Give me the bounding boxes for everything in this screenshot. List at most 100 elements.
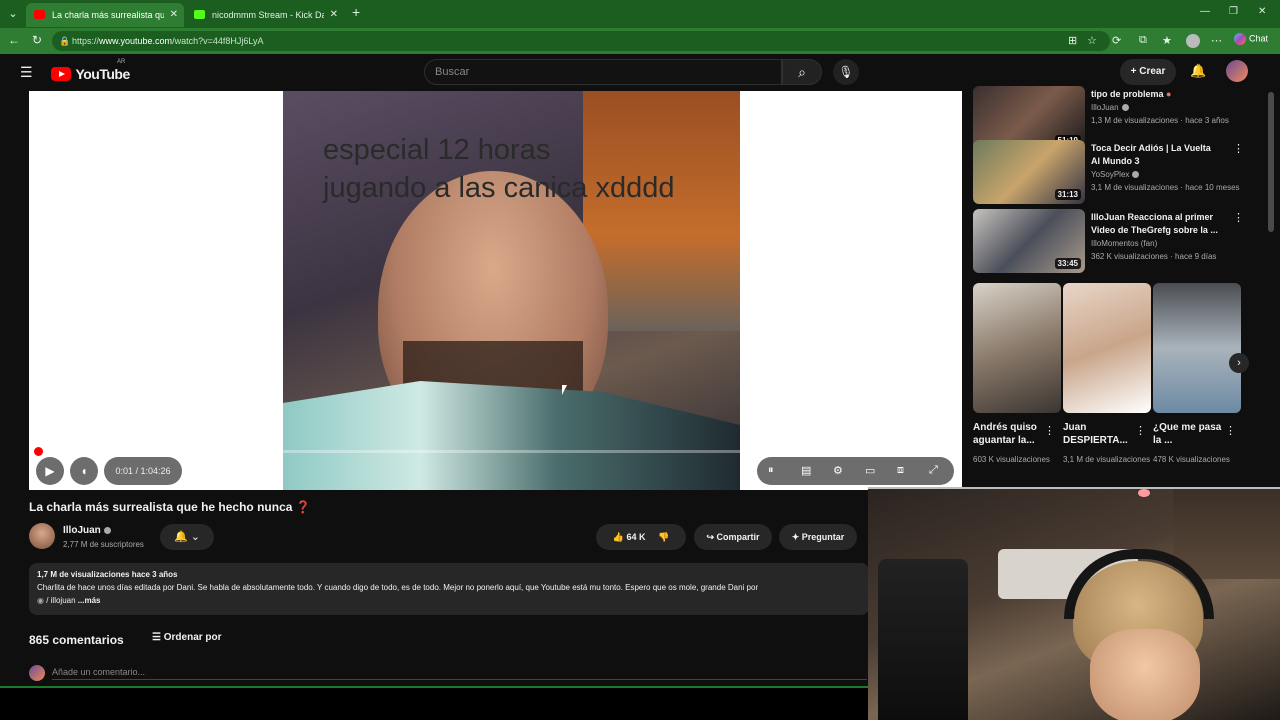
split-screen-icon[interactable]: ⧉ (1139, 34, 1147, 47)
restore-icon[interactable]: ❐ (1229, 6, 1238, 17)
views-and-date: 1,7 M de visualizaciones hace 3 años (37, 570, 178, 579)
short-thumbnail[interactable] (1063, 283, 1151, 413)
youtube-favicon-icon (34, 10, 45, 19)
profile-avatar[interactable] (1186, 34, 1200, 48)
back-arrow-icon[interactable]: ← (8, 33, 20, 47)
description-box[interactable]: 1,7 M de visualizaciones hace 3 años Cha… (29, 563, 869, 615)
recommended-title[interactable]: IlloJuan Reacciona al primer Video de Th… (1091, 211, 1221, 237)
favorite-star-icon[interactable]: ☆ (1087, 34, 1097, 47)
youtube-header: ☰ YouTube AR Buscar ⌕ 🎙 + Crear 🔔 (0, 54, 1280, 90)
chevron-down-icon: ⌄ (190, 531, 200, 543)
show-more-link[interactable]: ...más (78, 596, 101, 605)
sort-button[interactable]: ☰ Ordenar por (152, 632, 222, 643)
like-dislike-group: 👍 64 K 👎 (596, 524, 686, 550)
short-thumbnail[interactable] (973, 283, 1061, 413)
channel-name[interactable]: IlloJuan (63, 525, 111, 536)
video-player[interactable]: especial 12 horas jugando a las canica x… (29, 91, 962, 490)
recommended-title[interactable]: tipo de problema ● (1091, 88, 1221, 101)
channel-name-text: IlloJuan (63, 525, 101, 536)
short-thumbnail[interactable] (1153, 283, 1241, 413)
time-display: 0:01 / 1:04:26 (104, 457, 182, 485)
video-thumbnail[interactable]: 33:45 (973, 209, 1085, 273)
tab-kick[interactable]: nicodmmm Stream - Kick Dashboard ✕ (186, 3, 344, 27)
url-path: /watch?v=44f8HJj6LyA (172, 36, 264, 46)
plus-icon: + (1130, 66, 1140, 77)
url-field[interactable]: 🔒 https://www.youtube.com/watch?v=44f8HJ… (52, 31, 1110, 51)
app-install-icon[interactable]: ⊞ (1068, 34, 1077, 47)
microphone-icon: 🎙 (838, 65, 854, 79)
recommended-title[interactable]: Toca Decir Adiós | La Vuelta Al Mundo 3 (1091, 142, 1221, 168)
search-input[interactable]: Buscar (424, 59, 782, 85)
copilot-chat-button[interactable]: Chat (1234, 33, 1268, 45)
recommended-channel[interactable]: IlloMomentos (fan) (1091, 239, 1157, 248)
dislike-button[interactable]: 👎 (658, 532, 669, 542)
cast-icon[interactable]: ⧈ (897, 464, 904, 477)
notifications-bell-icon[interactable]: 🔔 (1190, 63, 1206, 79)
video-frame: especial 12 horas jugando a las canica x… (283, 91, 740, 490)
subscription-bell-button[interactable]: 🔔 ⌄ (160, 524, 214, 550)
status-dot-icon: ● (1166, 89, 1172, 99)
short-title[interactable]: Andrés quiso aguantar la... (973, 421, 1045, 447)
short-title[interactable]: Juan DESPIERTA... (1063, 421, 1135, 447)
new-tab-plus-icon[interactable]: + (352, 4, 360, 20)
minimize-icon[interactable]: — (1200, 6, 1210, 17)
page-scrollbar[interactable] (1268, 92, 1274, 232)
progress-bar[interactable] (34, 447, 954, 456)
tab-youtube[interactable]: La charla más surrealista que he hecho n… (26, 3, 184, 27)
miniplayer-icon[interactable]: ▭ (865, 464, 875, 477)
verified-icon (1121, 104, 1129, 112)
fullscreen-icon[interactable]: ⤢ (929, 464, 938, 477)
more-options-icon[interactable]: ⋮ (1233, 142, 1244, 155)
comment-input[interactable]: Añade un comentario... (52, 667, 867, 680)
hamburger-menu-icon[interactable]: ☰ (20, 64, 33, 81)
progress-scrubber[interactable] (34, 447, 43, 456)
caption-line-2: jugando a las canica xdddd (323, 172, 675, 204)
youtube-logo[interactable]: YouTube AR (51, 59, 130, 82)
recommended-meta: 362 K visualizaciones · hace 9 días (1091, 252, 1217, 261)
refresh-icon[interactable]: ↻ (32, 33, 42, 47)
thumbs-up-icon: 👍 (612, 532, 624, 542)
more-options-icon[interactable]: ⋮ (1233, 211, 1244, 224)
settings-gear-icon[interactable]: ⚙ (833, 464, 843, 477)
shorts-next-arrow-icon[interactable]: › (1229, 353, 1249, 373)
more-options-icon[interactable]: ⋮ (1135, 424, 1146, 437)
close-tab-icon[interactable]: ✕ (330, 3, 338, 27)
share-button[interactable]: ↪ Compartir (694, 524, 772, 550)
recommended-channel[interactable]: YoSoyPlex (1091, 170, 1140, 179)
subtitles-icon[interactable]: ▤ (801, 464, 811, 477)
subscriber-count: 2,77 M de suscriptores (63, 540, 144, 549)
mute-button[interactable]: ◖ (70, 457, 98, 485)
like-button[interactable]: 👍 64 K (613, 532, 646, 542)
channel-avatar[interactable] (29, 523, 55, 549)
close-window-icon[interactable]: ✕ (1258, 6, 1266, 17)
create-button[interactable]: + Crear (1120, 59, 1176, 85)
ask-button[interactable]: ✦ Preguntar (779, 524, 857, 550)
account-avatar[interactable] (1226, 60, 1248, 82)
voice-search-button[interactable]: 🎙 (833, 59, 859, 85)
video-thumbnail[interactable]: 31:13 (973, 140, 1085, 204)
more-menu-icon[interactable]: ⋯ (1211, 34, 1222, 47)
right-controls (757, 457, 954, 485)
search-button[interactable]: ⌕ (782, 59, 822, 85)
close-tab-icon[interactable]: ✕ (170, 3, 178, 27)
recommended-channel[interactable]: IlloJuan (1091, 103, 1129, 112)
channel-link[interactable]: / illojuan (46, 596, 75, 605)
autoplay-toggle-icon[interactable]: ⏸ (768, 464, 774, 477)
play-button[interactable]: ▶ (36, 457, 64, 485)
video-title: La charla más surrealista que he hecho n… (29, 500, 311, 514)
favorites-list-icon[interactable]: ★ (1162, 34, 1172, 47)
short-title[interactable]: ¿Que me pasa la ... (1153, 421, 1225, 447)
comments-count: 865 comentarios (29, 633, 124, 647)
sort-label: Ordenar por (163, 632, 222, 643)
recommended-channel-text: YoSoyPlex (1091, 170, 1130, 179)
question-emoji: ❓ (295, 500, 311, 514)
light-indicator (1138, 489, 1150, 497)
more-options-icon[interactable]: ⋮ (1225, 424, 1236, 437)
like-count: 64 K (626, 532, 646, 542)
recommended-video[interactable]: 33:45 IlloJuan Reacciona al primer Video… (973, 209, 1263, 273)
recommended-video[interactable]: 31:13 Toca Decir Adiós | La Vuelta Al Mu… (973, 140, 1263, 204)
extensions-icon[interactable]: ⟳ (1112, 34, 1121, 47)
share-icon: ↪ (706, 532, 714, 542)
tab-actions-chevron-icon[interactable]: ⌄ (4, 5, 22, 23)
more-options-icon[interactable]: ⋮ (1044, 424, 1055, 437)
